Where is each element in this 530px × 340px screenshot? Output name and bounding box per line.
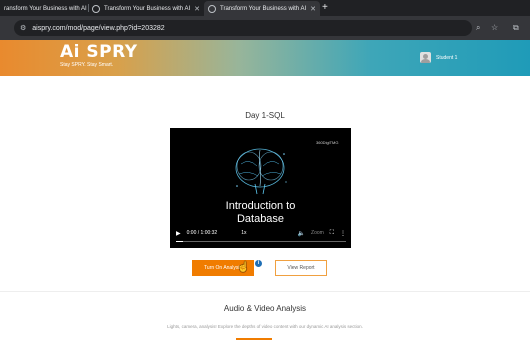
address-bar[interactable]: ⚙ aispry.com/mod/page/view.php?id=203282 (14, 20, 472, 36)
tab-title: Transform Your Business with AI (104, 5, 191, 12)
new-tab-icon[interactable]: + (322, 2, 328, 13)
browser-tab-active[interactable]: Transform Your Business with AI ✕ (204, 1, 320, 16)
video-title-line: Introduction to (225, 200, 296, 212)
section-description: Lights, camera, analysis! Explore the de… (167, 324, 363, 329)
avatar (420, 52, 431, 63)
page-title: Day 1-SQL (245, 111, 285, 120)
brand-watermark: 360DigiTMG (316, 140, 339, 145)
fullscreen-icon[interactable]: ⛶ (330, 230, 334, 237)
site-logo[interactable]: Ai SPRY Stay SPRY. Stay Smart. (60, 43, 138, 68)
play-icon[interactable]: ▶ (176, 230, 181, 237)
tab-title: ransform Your Business with AI (4, 5, 87, 12)
hand-cursor-icon: ☝ (237, 262, 250, 273)
video-progress-fill (176, 241, 183, 242)
browser-tab[interactable]: ransform Your Business with AI ✕ (0, 1, 88, 16)
logo-tagline: Stay SPRY. Stay Smart. (60, 62, 114, 68)
user-name: Student 1 (436, 54, 458, 61)
globe-icon (92, 4, 100, 13)
playback-speed[interactable]: 1x (241, 230, 246, 236)
info-icon[interactable]: i (255, 260, 262, 267)
view-report-button[interactable]: View Report (275, 260, 327, 276)
user-menu[interactable]: Student 1 (420, 52, 457, 63)
brain-illustration (235, 148, 287, 195)
zoom-watermark: Zoom (311, 230, 324, 236)
extensions-icon[interactable]: ⧉ (513, 23, 519, 33)
address-url: aispry.com/mod/page/view.php?id=203282 (32, 24, 165, 32)
bookmark-star-icon[interactable]: ☆ (491, 23, 498, 33)
video-title: Introduction to Database (170, 200, 351, 226)
volume-icon[interactable]: 🔈 (298, 230, 305, 237)
browser-tab[interactable]: Transform Your Business with AI ✕ (88, 1, 200, 16)
site-info-icon[interactable]: ⚙ (20, 24, 26, 32)
browser-tab-strip: ransform Your Business with AI ✕ Transfo… (0, 0, 530, 16)
more-options-icon[interactable]: ⋮ (340, 230, 346, 237)
video-controls: ▶ 0:00 / 1:00:32 1x 🔈 Zoom ⛶ ⋮ (176, 226, 346, 240)
video-progress-bar[interactable] (176, 241, 346, 242)
video-player[interactable]: 360DigiTMG Introduction to Database ▶ 0:… (170, 128, 351, 248)
globe-icon (208, 4, 216, 13)
logo-text: Ai SPRY (60, 42, 138, 62)
close-icon[interactable]: ✕ (190, 5, 200, 13)
browser-toolbar: ⚙ aispry.com/mod/page/view.php?id=203282… (0, 16, 530, 40)
tab-title: Transform Your Business with AI (220, 5, 307, 12)
section-divider (0, 291, 530, 292)
close-icon[interactable]: ✕ (306, 5, 316, 13)
site-header: Ai SPRY Stay SPRY. Stay Smart. Student 1 (0, 40, 530, 76)
video-title-line: Database (236, 213, 285, 225)
section-title: Audio & Video Analysis (223, 304, 307, 313)
video-time: 0:00 / 1:00:32 (186, 230, 218, 236)
zoom-icon[interactable]: ⌕ (476, 23, 480, 33)
